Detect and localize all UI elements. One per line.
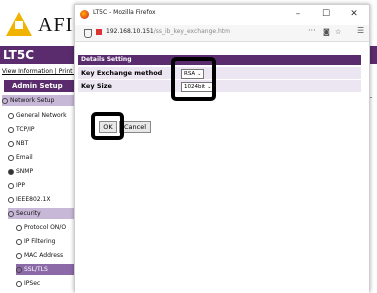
- nav-ssl-tls[interactable]: SSL/TLS: [16, 264, 74, 275]
- logo-mark-icon: [6, 12, 32, 36]
- bookmark-star-icon[interactable]: ☆: [335, 28, 341, 36]
- nav-tcpip[interactable]: TCP/IP: [8, 124, 35, 135]
- url-path: /ss_ib_key_exchange.htm: [153, 28, 230, 35]
- maximize-button[interactable]: ☐: [315, 7, 337, 21]
- nav-security[interactable]: Security: [8, 208, 74, 219]
- shield-icon: [84, 29, 92, 38]
- nav-ipp[interactable]: IPP: [8, 180, 25, 191]
- radio-icon: [8, 210, 14, 217]
- nav-mac-address[interactable]: MAC Address: [16, 250, 63, 261]
- radio-icon: [8, 140, 14, 147]
- radio-icon: [16, 224, 22, 231]
- key-exchange-row: Key Exchange method RSA ⌄: [78, 67, 361, 79]
- radio-icon: [8, 196, 14, 203]
- minimize-button[interactable]: –: [287, 7, 309, 21]
- radio-selected-icon: [8, 168, 14, 175]
- nav-snmp[interactable]: SNMP: [8, 166, 33, 177]
- nav-general-network[interactable]: General Network: [8, 110, 67, 121]
- nav-ip-filtering[interactable]: IP Filtering: [16, 236, 55, 247]
- url-host: 192.168.10.151: [106, 28, 154, 35]
- radio-icon: [16, 280, 22, 287]
- nav-network-setup[interactable]: Network Setup: [2, 95, 74, 106]
- radio-icon: [16, 252, 22, 259]
- insecure-lock-icon[interactable]: [96, 29, 102, 35]
- nav-ipsec[interactable]: IPSec: [16, 278, 40, 289]
- firefox-icon: [80, 10, 89, 19]
- radio-icon: [16, 238, 22, 245]
- close-button[interactable]: ✕: [343, 7, 365, 21]
- company-logo: AFIN: [6, 10, 88, 40]
- nav-ieee8021x[interactable]: IEEE802.1X: [8, 194, 50, 205]
- top-links[interactable]: View Information | Print Inf: [2, 68, 82, 75]
- popup-window: LT5C - Mozilla Firefox – ☐ ✕ 192.168.10.…: [74, 4, 370, 293]
- radio-icon: [16, 266, 22, 273]
- radio-icon: [8, 182, 14, 189]
- pocket-icon[interactable]: ◙: [323, 28, 330, 36]
- radio-icon: [2, 97, 8, 104]
- highlight-box-ok: [91, 112, 124, 140]
- key-size-row: Key Size 1024bit ⌄: [78, 80, 361, 92]
- page-content: Details Setting Key Exchange method RSA ⌄…: [75, 42, 369, 293]
- admin-setup-header: Admin Setup: [4, 80, 74, 92]
- key-exchange-label: Key Exchange method: [81, 69, 163, 77]
- radio-icon: [8, 126, 14, 133]
- page-actions-icon[interactable]: ···: [308, 26, 316, 35]
- radio-icon: [8, 154, 14, 161]
- window-title: LT5C - Mozilla Firefox: [93, 9, 156, 16]
- menu-icon[interactable]: ☰: [357, 26, 364, 35]
- nav-email[interactable]: Email: [8, 152, 33, 163]
- radio-icon: [8, 112, 14, 119]
- window-titlebar: LT5C - Mozilla Firefox – ☐ ✕: [75, 5, 369, 25]
- key-size-label: Key Size: [81, 82, 112, 90]
- nav-nbt[interactable]: NBT: [8, 138, 28, 149]
- nav-protocol-onoff[interactable]: Protocol ON/O: [16, 222, 66, 233]
- product-title: LT5C: [3, 48, 35, 62]
- highlight-box-selects: [171, 57, 216, 101]
- url-bar[interactable]: 192.168.10.151/ss_ib_key_exchange.htm ··…: [75, 25, 369, 42]
- section-title: Details Setting: [78, 55, 361, 65]
- url-text[interactable]: 192.168.10.151/ss_ib_key_exchange.htm: [106, 28, 230, 35]
